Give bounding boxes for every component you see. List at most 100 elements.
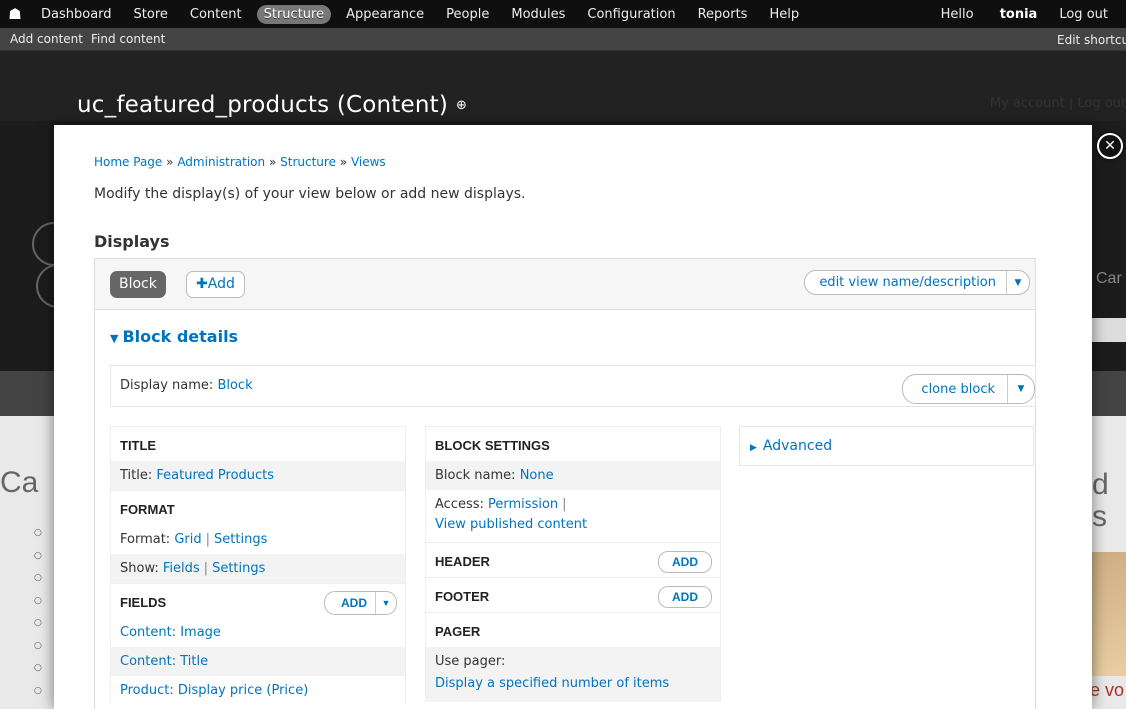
breadcrumb: Home Page » Administration » Structure »… <box>94 155 386 169</box>
display-name-label: Display name: <box>120 378 214 393</box>
secondary-links[interactable]: My account | Log out <box>990 96 1126 111</box>
toolbar-structure[interactable]: Structure <box>256 4 332 24</box>
page-title-text: uc_featured_products (Content) <box>77 92 449 118</box>
title-label: Title: <box>120 468 153 483</box>
page-title: uc_featured_products (Content) ⊕ <box>77 92 467 118</box>
field-link[interactable]: Content: Title <box>120 654 208 669</box>
section-title-heading: Title <box>110 426 406 461</box>
background-link: e vo <box>1090 680 1125 700</box>
format-row: Format: Grid | Settings <box>110 525 406 554</box>
background-heading: Ca <box>0 466 39 499</box>
tab-block[interactable]: Block <box>110 271 166 298</box>
shortcut-add-content[interactable]: Add content <box>10 32 83 46</box>
home-icon[interactable]: ☗ <box>0 5 30 23</box>
section-format-heading: Format <box>110 490 406 525</box>
plus-circle-icon[interactable]: ⊕ <box>456 98 467 113</box>
toolbar-bar: ☗ Dashboard Store Content Structure Appe… <box>0 0 1126 28</box>
edit-view-dropdown[interactable]: edit view name/description ▼ <box>804 270 1030 295</box>
plus-icon: ✚ <box>196 276 208 292</box>
displays-heading: Displays <box>94 232 170 251</box>
breadcrumb-sep: » <box>166 155 174 169</box>
separator: | <box>205 532 211 547</box>
chevron-down-icon[interactable]: ▼ <box>1006 271 1029 294</box>
fields-add-button[interactable]: add <box>325 584 375 622</box>
block-name-row: Block name: None <box>425 461 721 490</box>
triangle-down-icon: ▼ <box>110 332 119 345</box>
edit-view-label[interactable]: edit view name/description <box>805 275 1006 290</box>
toolbar-content[interactable]: Content <box>183 5 249 24</box>
toolbar-people[interactable]: People <box>439 5 496 24</box>
chevron-down-icon[interactable]: ▼ <box>375 592 396 614</box>
display-tabs: Block ✚Add edit view name/description ▼ <box>95 259 1035 310</box>
toolbar-appearance[interactable]: Appearance <box>339 5 431 24</box>
block-name-label: Block name: <box>435 468 516 483</box>
admin-toolbar: ☗ Dashboard Store Content Structure Appe… <box>0 0 1126 51</box>
footer-heading-label: Footer <box>435 589 490 604</box>
section-pager-heading: Pager <box>425 612 721 647</box>
views-display-box: Block ✚Add edit view name/description ▼ … <box>94 258 1036 709</box>
block-details-label: Block details <box>122 327 239 346</box>
toolbar-help[interactable]: Help <box>762 5 806 24</box>
display-name-row: Display name: Block clone block ▼ <box>110 365 1036 407</box>
add-display-button[interactable]: ✚Add <box>186 271 245 298</box>
breadcrumb-administration[interactable]: Administration <box>177 155 265 169</box>
toolbar-reports[interactable]: Reports <box>691 5 755 24</box>
field-link[interactable]: Content: Image <box>120 625 221 640</box>
display-name-link[interactable]: Block <box>217 378 252 393</box>
field-item: Content: Title <box>110 647 406 676</box>
access-link[interactable]: Permission <box>488 497 558 512</box>
section-fields-heading: Fields add ▼ <box>110 583 406 618</box>
overlay-dialog: Home Page » Administration » Structure »… <box>54 125 1092 709</box>
greeting[interactable]: Hello tonia <box>941 7 1038 22</box>
title-value-link[interactable]: Featured Products <box>156 468 274 483</box>
access-permission-link[interactable]: View published content <box>435 517 587 532</box>
separator: | <box>562 497 567 512</box>
background-image <box>1092 552 1126 676</box>
field-link[interactable]: Product: Display price (Price) <box>120 683 308 698</box>
show-settings-link[interactable]: Settings <box>212 561 265 576</box>
edit-shortcuts-link[interactable]: Edit shortcuts <box>1057 33 1126 47</box>
clone-block-button[interactable]: clone block <box>903 382 1007 397</box>
show-value-link[interactable]: Fields <box>163 561 200 576</box>
show-row: Show: Fields | Settings <box>110 554 406 583</box>
user-area: Hello tonia Log out <box>941 7 1126 22</box>
show-label: Show: <box>120 561 159 576</box>
clone-block-dropdown[interactable]: clone block ▼ <box>902 374 1035 404</box>
toolbar-store[interactable]: Store <box>127 5 175 24</box>
section-footer-heading: Footer add <box>425 577 721 612</box>
breadcrumb-views[interactable]: Views <box>351 155 386 169</box>
field-item: Content: Image <box>110 618 406 647</box>
background-heading-right-2: s <box>1092 500 1107 533</box>
section-block-settings-heading: Block Settings <box>425 426 721 461</box>
title-row: Title: Featured Products <box>110 461 406 490</box>
toolbar-dashboard[interactable]: Dashboard <box>34 5 119 24</box>
field-item: Product: Display price (Price) <box>110 676 406 705</box>
shortcut-find-content[interactable]: Find content <box>91 32 165 46</box>
format-label: Format: <box>120 532 171 547</box>
column-second: Block Settings Block name: None Access: … <box>425 426 721 702</box>
toolbar-configuration[interactable]: Configuration <box>580 5 682 24</box>
advanced-toggle[interactable]: ▶ Advanced <box>739 426 1034 466</box>
use-pager-label: Use pager: <box>435 654 506 669</box>
use-pager-link[interactable]: Display a specified number of items <box>435 676 669 691</box>
block-details-toggle[interactable]: ▼ Block details <box>110 327 238 346</box>
breadcrumb-sep: » <box>268 155 277 169</box>
block-name-link[interactable]: None <box>520 468 554 483</box>
triangle-right-icon: ▶ <box>750 443 757 453</box>
footer-add-button[interactable]: add <box>658 586 712 608</box>
breadcrumb-home[interactable]: Home Page <box>94 155 162 169</box>
format-settings-link[interactable]: Settings <box>214 532 267 547</box>
username: tonia <box>999 6 1038 22</box>
pager-row: Use pager: Display a specified number of… <box>425 647 721 702</box>
breadcrumb-structure[interactable]: Structure <box>280 155 336 169</box>
logout-link[interactable]: Log out <box>1059 7 1108 22</box>
header-add-button[interactable]: add <box>658 551 712 573</box>
chevron-down-icon[interactable]: ▼ <box>1007 375 1034 403</box>
toolbar-modules[interactable]: Modules <box>504 5 572 24</box>
section-header-heading: Header add <box>425 542 721 577</box>
fields-add-dropdown[interactable]: add ▼ <box>324 591 397 615</box>
close-icon[interactable]: ✕ <box>1097 133 1123 159</box>
access-row: Access: Permission | View published conte… <box>425 490 721 542</box>
column-third: ▶ Advanced <box>739 426 1034 466</box>
format-value-link[interactable]: Grid <box>174 532 201 547</box>
